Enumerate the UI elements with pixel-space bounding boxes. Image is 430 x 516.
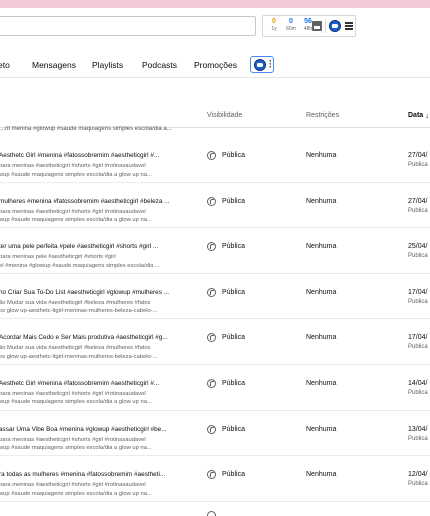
extension-logo-icon	[254, 59, 266, 71]
restriction-value: Nenhuma	[306, 425, 337, 433]
date-status: Publica	[408, 389, 428, 396]
date-value: 13/04/	[408, 425, 428, 433]
tab-mensagens[interactable]: Mensagens	[32, 60, 76, 70]
restriction-value: Nenhuma	[306, 152, 337, 159]
date-value: 27/04/	[408, 197, 428, 205]
video-description: para meninas #aestheticgirl #shorts #gir…	[0, 208, 152, 224]
visibility-value[interactable]: Pública	[222, 334, 245, 341]
video-title[interactable]: no Criar Sua To-Do List #aestheticgirl #…	[0, 289, 185, 297]
video-description: ão Mudar sua vida #aestheticgirl #beleza…	[0, 299, 158, 315]
tab-bar: eto Mensagens Playlists Podcasts Promoçõ…	[0, 52, 430, 78]
date-value: 25/04/	[408, 243, 428, 251]
video-title[interactable]: assar Uma Vibe Boa #menina #glowup #aest…	[0, 426, 185, 434]
date-value: 12/04/	[408, 471, 428, 479]
video-description: ão Mudar sua vida #aestheticgirl #beleza…	[0, 345, 158, 360]
video-description: para meninas #aestheticgirl #shorts #gir…	[0, 163, 152, 178]
visibility-value[interactable]: Pública	[222, 426, 245, 433]
extension-stats-widget[interactable]: 0 1y 0 60m 56 48h	[262, 15, 356, 37]
date-status: Publica	[408, 344, 428, 351]
date-value: 17/04/	[408, 334, 428, 342]
extension-tab-button[interactable]: · · ·	[250, 56, 274, 73]
video-title[interactable]: Aesthetc Girl #menina #fatossobremim #ae…	[0, 152, 185, 160]
public-globe-icon	[207, 151, 216, 160]
stat-label: 1y	[271, 26, 277, 32]
date-status: Publica	[408, 207, 428, 214]
menu-icon[interactable]	[345, 22, 353, 30]
restriction-value: Nenhuma	[306, 197, 337, 205]
sort-arrow-icon[interactable]: ↓	[425, 111, 429, 120]
column-header-visibility[interactable]: Visibilidade	[207, 112, 242, 119]
video-title[interactable]: Aesthetc Girl #menina #fatossobremim #ae…	[0, 380, 185, 388]
partial-row-text: ...nt menina #glowup #saude maquiagens s…	[0, 126, 172, 132]
date-status: Publica	[408, 481, 428, 488]
visibility-value[interactable]: Pública	[222, 152, 245, 159]
browser-top-bar	[0, 0, 430, 8]
search-input[interactable]	[0, 16, 256, 36]
stat-label: 60m	[286, 26, 296, 32]
video-title[interactable]: mulheres #menina #fatossobremim #aesthet…	[0, 198, 185, 206]
table-header: Visibilidade Restrições Data ↓	[0, 104, 430, 128]
column-header-date[interactable]: Data	[408, 112, 423, 119]
date-status: Publica	[408, 162, 428, 168]
public-globe-icon	[207, 470, 216, 480]
date-status: Publica	[408, 298, 428, 305]
tab-promocoes[interactable]: Promoções	[194, 60, 237, 70]
tab-partial[interactable]: eto	[0, 60, 10, 70]
date-status: Publica	[408, 435, 428, 442]
visibility-value[interactable]: Pública	[222, 380, 245, 387]
public-globe-icon	[207, 242, 216, 252]
public-globe-icon	[207, 378, 216, 388]
video-description: para meninas #aestheticgirl #shorts #gir…	[0, 436, 152, 452]
video-title[interactable]: Acordar Mais Cedo e Ser Mais produtiva #…	[0, 334, 185, 342]
date-value: 27/04/	[408, 152, 428, 159]
table-row[interactable]: ter uma pele perfeita #pele #aestheticgi…	[0, 228, 430, 274]
video-title[interactable]: ter uma pele perfeita #pele #aestheticgi…	[0, 243, 185, 251]
public-globe-icon	[207, 287, 216, 297]
video-description: para meninas #aestheticgirl #shorts #gir…	[0, 482, 152, 497]
visibility-value[interactable]: Pública	[222, 243, 245, 250]
more-vert-icon: · · ·	[269, 56, 272, 72]
public-globe-icon	[207, 511, 216, 516]
table-row[interactable]: Acordar Mais Cedo e Ser Mais produtiva #…	[0, 319, 430, 365]
table-row[interactable]: Aesthetc Girl #menina #fatossobremim #ae…	[0, 137, 430, 183]
stat-value: 0	[272, 18, 276, 25]
restriction-value: Nenhuma	[306, 334, 337, 342]
table-row[interactable]: no Criar Sua To-Do List #aestheticgirl #…	[0, 274, 430, 320]
video-list: Aesthetc Girl #menina #fatossobremim #ae…	[0, 137, 430, 502]
visibility-value[interactable]: Pública	[222, 289, 245, 296]
table-row[interactable]: Aesthetc Girl #menina #fatossobremim #ae…	[0, 365, 430, 411]
date-status: Publica	[408, 253, 428, 260]
public-globe-icon	[207, 424, 216, 434]
tab-playlists[interactable]: Playlists	[92, 60, 123, 70]
divider	[325, 19, 326, 33]
restriction-value: Nenhuma	[306, 379, 337, 387]
stat-value: 0	[289, 18, 293, 25]
extension-logo-icon[interactable]	[329, 20, 341, 32]
stat-60m: 0 60m	[283, 18, 299, 33]
visibility-value[interactable]: Pública	[222, 471, 245, 478]
visibility-value[interactable]: Pública	[222, 198, 245, 205]
restriction-value: Nenhuma	[306, 243, 337, 251]
date-value: 17/04/	[408, 288, 428, 296]
table-row[interactable]: mulheres #menina #fatossobremim #aesthet…	[0, 183, 430, 229]
video-description: para meninas pele #aestheticgirl #shorts…	[0, 254, 160, 269]
stat-1y: 0 1y	[266, 18, 282, 33]
public-globe-icon	[207, 333, 216, 343]
public-globe-icon	[207, 196, 216, 206]
column-header-restrictions[interactable]: Restrições	[306, 112, 339, 119]
table-row[interactable]: ra todas as mulheres #menina #fatossobre…	[0, 456, 430, 502]
restriction-value: Nenhuma	[306, 288, 337, 296]
video-title[interactable]: ra todas as mulheres #menina #fatossobre…	[0, 471, 185, 479]
tab-podcasts[interactable]: Podcasts	[142, 60, 177, 70]
restriction-value: Nenhuma	[306, 471, 337, 479]
analytics-icon[interactable]	[312, 21, 322, 31]
date-value: 14/04/	[408, 379, 428, 387]
table-row[interactable]: assar Uma Vibe Boa #menina #glowup #aest…	[0, 411, 430, 457]
video-description: para meninas #aestheticgirl #shorts #gir…	[0, 390, 152, 406]
